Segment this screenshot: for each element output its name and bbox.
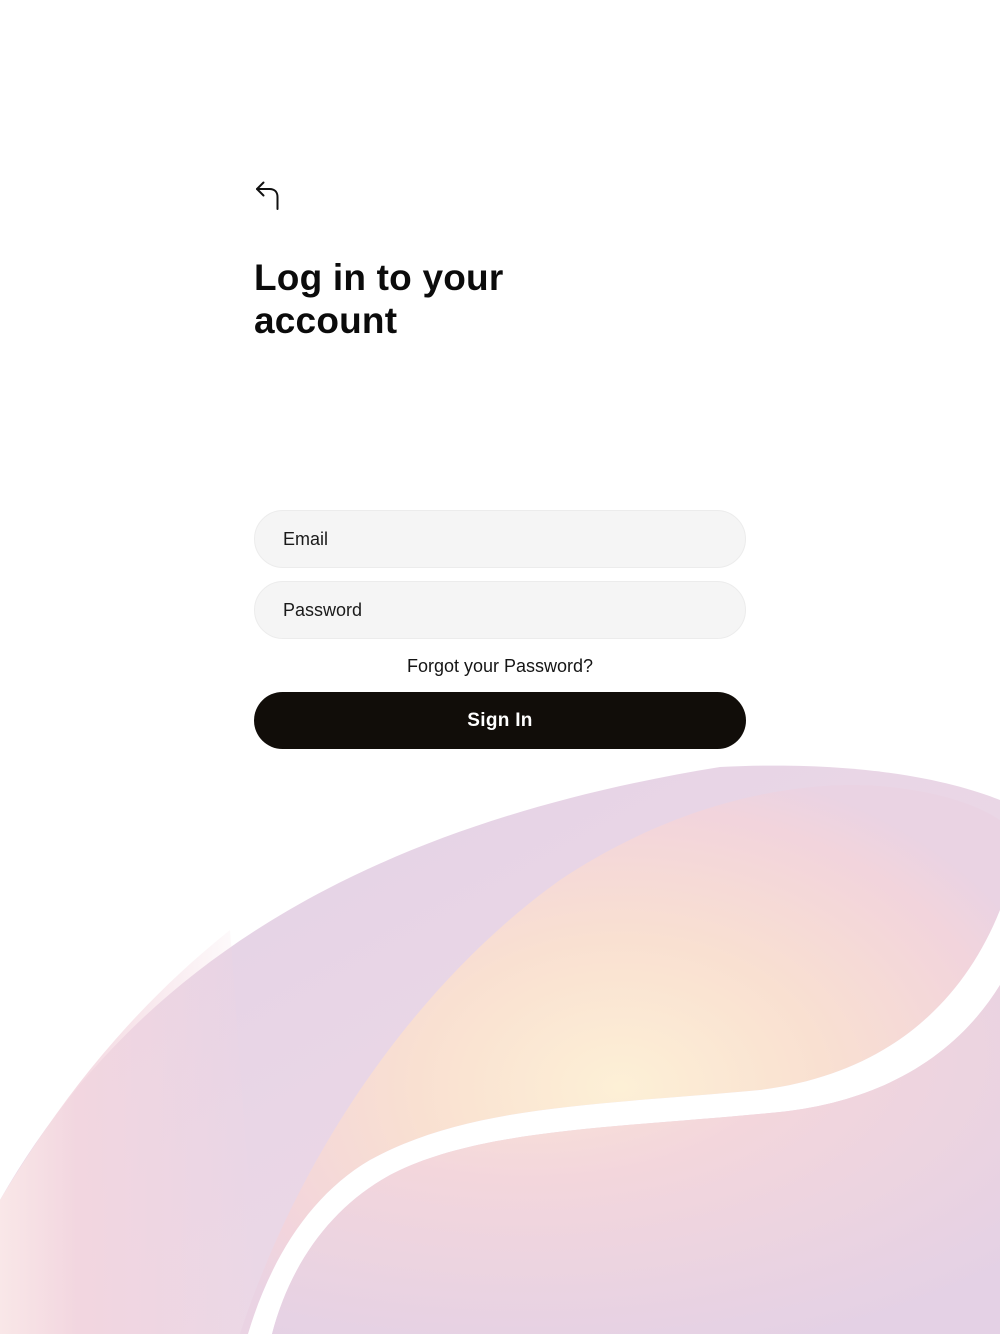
page-title: Log in to your account [254,257,504,341]
login-screen: Log in to your account Forgot your Passw… [0,0,1000,1334]
email-field[interactable] [254,510,746,568]
password-field[interactable] [254,581,746,639]
return-arrow-icon [256,181,279,210]
forgot-password-link[interactable]: Forgot your Password? [254,655,746,677]
sign-in-button[interactable]: Sign In [254,692,746,749]
back-button[interactable] [254,174,284,212]
